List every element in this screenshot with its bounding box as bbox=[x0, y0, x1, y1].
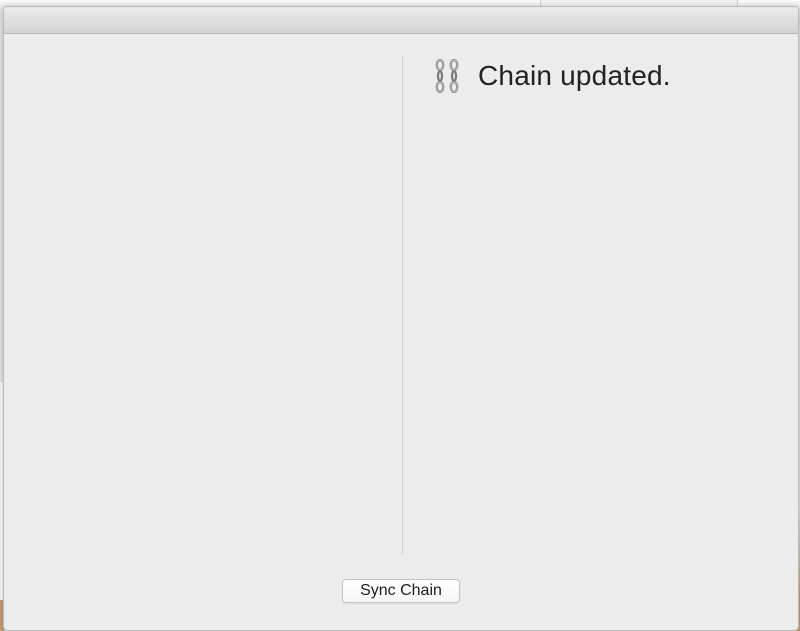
status-row: Chain updated. bbox=[432, 58, 671, 94]
left-pane bbox=[4, 34, 402, 554]
pane-divider bbox=[402, 56, 403, 554]
sync-chain-button[interactable]: Sync Chain bbox=[342, 579, 460, 603]
sheet-window: Chain updated. Sync Chain bbox=[3, 6, 799, 631]
chain-link-icon bbox=[432, 58, 462, 94]
right-pane: Chain updated. bbox=[404, 34, 798, 554]
window-content: Chain updated. Sync Chain bbox=[4, 34, 798, 630]
status-message: Chain updated. bbox=[478, 60, 671, 91]
window-titlebar[interactable] bbox=[4, 7, 798, 34]
